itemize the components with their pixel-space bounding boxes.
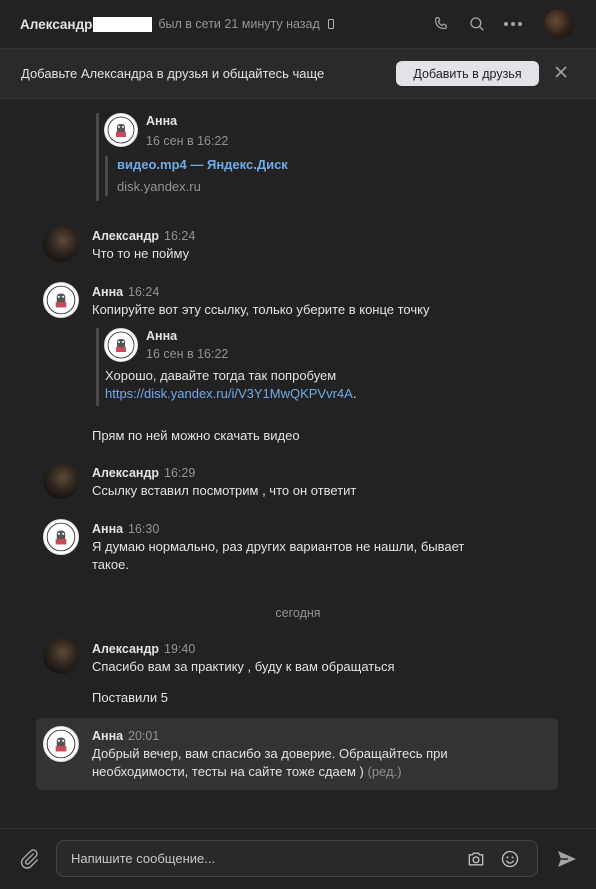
paperclip-icon[interactable] (18, 848, 40, 870)
avatar[interactable] (43, 519, 79, 555)
forwarded-link-line: https://disk.yandex.ru/i/V3Y1MwQKPVvr4A. (105, 385, 356, 403)
sender-name[interactable]: Анна (92, 729, 123, 743)
message-text: Я думаю нормально, раз других вариантов … (92, 539, 465, 554)
search-icon[interactable] (466, 13, 488, 35)
avatar[interactable] (43, 282, 79, 318)
forward-bar (96, 113, 99, 201)
message-text: Спасибо вам за практику , буду к вам обр… (92, 659, 395, 674)
banner-text: Добавьте Александра в друзья и общайтесь… (21, 66, 325, 81)
message-input[interactable]: Напишите сообщение... (56, 840, 538, 877)
contact-avatar[interactable] (544, 9, 574, 39)
message-date: 16 сен в 16:22 (146, 134, 229, 148)
contact-name[interactable]: Александр (20, 17, 92, 32)
message-text: Прям по ней можно скачать видео (92, 428, 300, 443)
add-friend-button[interactable]: Добавить в друзья (396, 61, 539, 86)
emoji-icon[interactable] (500, 849, 520, 869)
message-text: необходимости, тесты на сайте тоже сдаем… (92, 764, 364, 779)
avatar[interactable] (104, 113, 138, 147)
link-domain: disk.yandex.ru (117, 179, 201, 194)
sender-name[interactable]: Александр (92, 229, 159, 243)
sender-name[interactable]: Анна (146, 329, 177, 343)
message-time: 16:24 (128, 285, 160, 299)
message-time: 16:30 (128, 522, 160, 536)
message-time: 20:01 (128, 729, 160, 743)
forward-bar (96, 328, 99, 406)
message-composer: Напишите сообщение... (0, 828, 596, 889)
forwarded-link[interactable]: https://disk.yandex.ru/i/V3Y1MwQKPVvr4A (105, 386, 353, 401)
link-title[interactable]: видео.mp4 — Яндекс.Диск (117, 156, 288, 174)
message-text: такое. (92, 557, 129, 572)
forwarded-text: Хорошо, давайте тогда так попробуем (105, 368, 337, 383)
message-text: Добрый вечер, вам спасибо за доверие. Об… (92, 746, 448, 761)
redacted-surname (93, 16, 153, 32)
message-time: 16:24 (164, 229, 196, 243)
sender-name[interactable]: Анна (92, 522, 123, 536)
message-text: Ссылку вставил посмотрим , что он ответи… (92, 483, 357, 498)
edited-label: (ред.) (367, 764, 402, 779)
avatar[interactable] (104, 328, 138, 362)
mobile-icon (327, 19, 334, 29)
close-icon[interactable] (553, 64, 569, 80)
link-suffix: . (352, 386, 357, 401)
contact-status: был в сети 21 минуту назад (158, 17, 320, 31)
message-time: 16:29 (164, 466, 196, 480)
avatar[interactable] (43, 726, 79, 762)
friend-suggestion-banner: Добавьте Александра в друзья и общайтесь… (0, 49, 596, 99)
message-text-line: необходимости, тесты на сайте тоже сдаем… (92, 763, 402, 781)
avatar[interactable] (43, 463, 79, 499)
sender-name[interactable]: Александр (92, 466, 159, 480)
avatar[interactable] (43, 638, 79, 674)
sender-name[interactable]: Анна (146, 114, 177, 128)
more-icon[interactable] (502, 13, 524, 35)
avatar[interactable] (43, 226, 79, 262)
phone-icon[interactable] (430, 13, 452, 35)
date-separator: сегодня (275, 606, 321, 620)
camera-icon[interactable] (466, 849, 486, 869)
message-text: Что то не пойму (92, 246, 190, 261)
sender-name[interactable]: Анна (92, 285, 123, 299)
link-bar (105, 156, 108, 196)
message-date: 16 сен в 16:22 (146, 347, 229, 361)
message-placeholder: Напишите сообщение... (71, 851, 216, 866)
message-text: Копируйте вот эту ссылку, только уберите… (92, 302, 430, 317)
send-icon[interactable] (555, 847, 579, 871)
message-time: 19:40 (164, 642, 196, 656)
message-text: Поставили 5 (92, 690, 168, 705)
sender-name[interactable]: Александр (92, 642, 159, 656)
